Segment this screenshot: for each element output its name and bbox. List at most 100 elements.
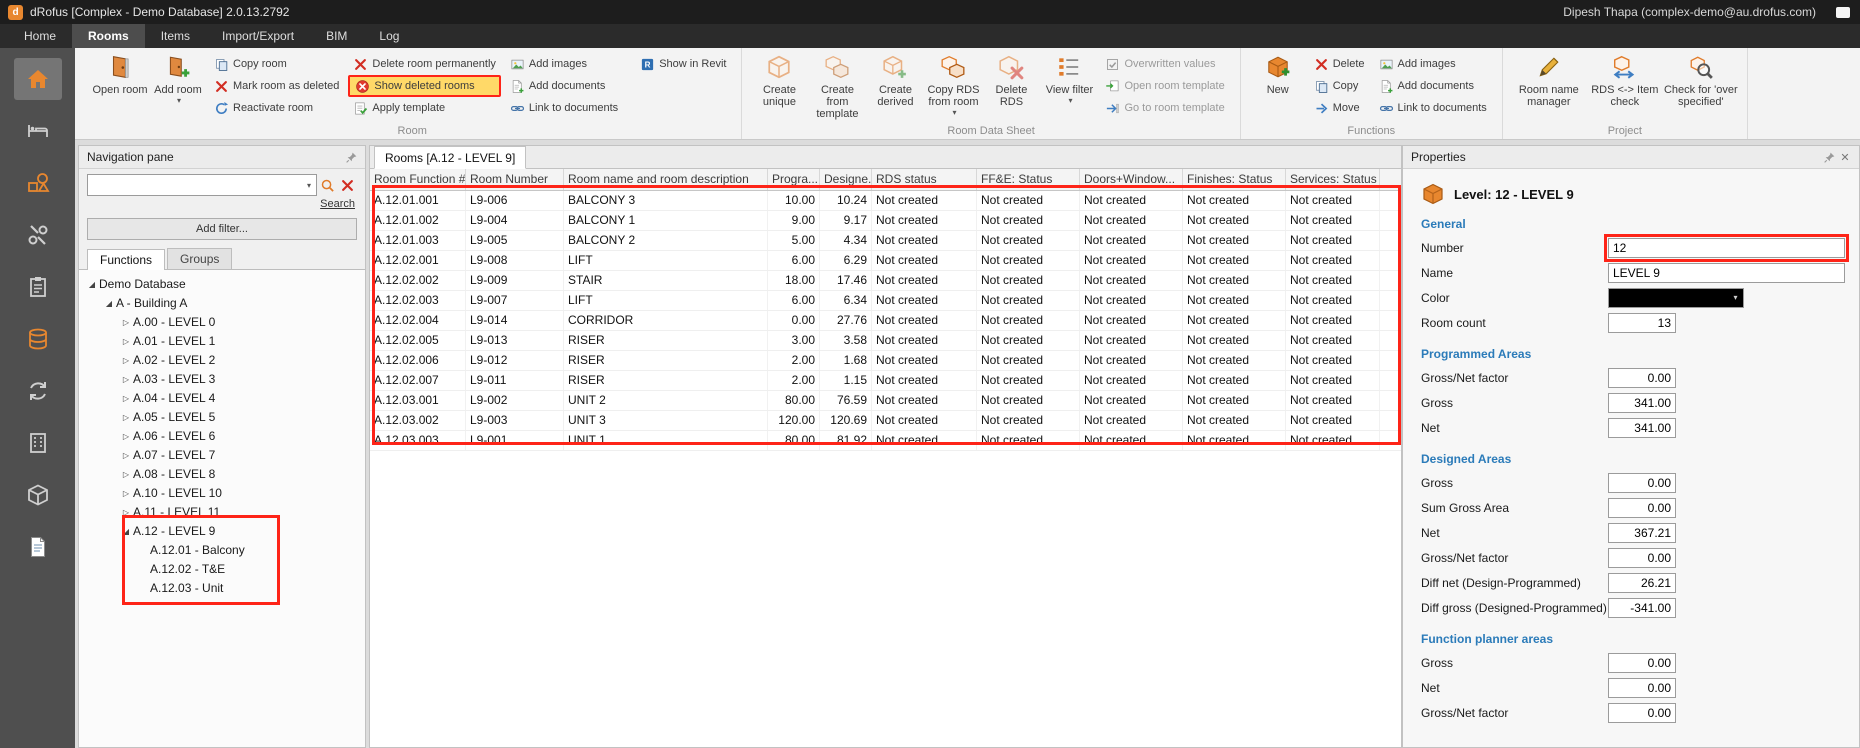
workflow-icon[interactable] [14, 370, 62, 412]
table-row[interactable]: A.12.03.001L9-002UNIT 280.0076.59Not cre… [370, 391, 1401, 411]
tree-item-a-12-01-balcony[interactable]: A.12.01 - Balcony [79, 541, 365, 560]
menu-tab-home[interactable]: Home [8, 24, 72, 48]
create-derived-button[interactable]: Create derived [866, 50, 924, 124]
property-input-net[interactable] [1608, 418, 1676, 438]
property-input-gross-net-factor[interactable] [1608, 703, 1676, 723]
clear-search-icon[interactable] [337, 175, 357, 195]
pin-icon[interactable] [343, 149, 359, 165]
table-row[interactable]: A.12.03.003L9-001UNIT 180.0081.92Not cre… [370, 431, 1401, 451]
property-input-number[interactable] [1608, 238, 1845, 258]
reactivate-room-button[interactable]: Reactivate room [209, 97, 344, 119]
menu-tab-items[interactable]: Items [145, 24, 206, 48]
tree-item-a-01-level-1[interactable]: ▷A.01 - LEVEL 1 [79, 332, 365, 351]
tree-item-a-05-level-5[interactable]: ▷A.05 - LEVEL 5 [79, 408, 365, 427]
search-input[interactable] [88, 177, 302, 193]
copy-room-button[interactable]: Copy room [209, 53, 344, 75]
go-to-room-template-button[interactable]: Go to room template [1100, 97, 1229, 119]
copy-function-button[interactable]: Copy [1309, 75, 1370, 97]
search-link[interactable]: Search [89, 198, 355, 214]
function-link-to-documents-button[interactable]: Link to documents [1374, 97, 1492, 119]
tree-item-a-06-level-6[interactable]: ▷A.06 - LEVEL 6 [79, 427, 365, 446]
tree-item-a-12-02-t-e[interactable]: A.12.02 - T&E [79, 560, 365, 579]
tree-collapsed-icon[interactable]: ▷ [119, 370, 133, 389]
property-input-diff-gross-designed-programmed[interactable] [1608, 598, 1676, 618]
equipment-icon[interactable] [14, 214, 62, 256]
search-icon[interactable] [317, 175, 337, 195]
tree-expanded-icon[interactable]: ◢ [102, 294, 116, 313]
column-header-finishes-status[interactable]: Finishes: Status [1183, 169, 1286, 190]
menu-tab-rooms[interactable]: Rooms [72, 24, 145, 48]
overwritten-values-button[interactable]: Overwritten values [1100, 53, 1229, 75]
delete-room-permanently-button[interactable]: Delete room permanently [348, 53, 501, 75]
create-unique-button[interactable]: Create unique [750, 50, 808, 124]
tree-collapsed-icon[interactable]: ▷ [119, 313, 133, 332]
table-row[interactable]: A.12.02.006L9-012RISER2.001.68Not create… [370, 351, 1401, 371]
check-over-specified-button[interactable]: Check for 'over specified' [1663, 50, 1739, 124]
table-row[interactable]: A.12.03.002L9-003UNIT 3120.00120.69Not c… [370, 411, 1401, 431]
column-header-designe[interactable]: Designe... [820, 169, 872, 190]
link-to-documents-button[interactable]: Link to documents [505, 97, 623, 119]
model-icon[interactable] [14, 474, 62, 516]
chevron-down-icon[interactable]: ▾ [302, 181, 316, 190]
tree-expanded-icon[interactable]: ◢ [119, 522, 133, 541]
rooms-icon[interactable] [14, 110, 62, 152]
table-row[interactable]: A.12.01.003L9-005BALCONY 25.004.34Not cr… [370, 231, 1401, 251]
show-deleted-rooms-toggle[interactable]: Show deleted rooms [348, 75, 501, 97]
column-header-rds-status[interactable]: RDS status [872, 169, 977, 190]
column-header-room-function[interactable]: Room Function #: [370, 169, 466, 190]
table-row[interactable]: A.12.02.001L9-008LIFT6.006.29Not created… [370, 251, 1401, 271]
tree-collapsed-icon[interactable]: ▷ [119, 332, 133, 351]
minimize-icon[interactable] [1836, 7, 1850, 18]
property-input-room-count[interactable] [1608, 313, 1676, 333]
view-filter-button[interactable]: View filter ▾ [1040, 50, 1098, 124]
delete-function-button[interactable]: Delete [1309, 53, 1370, 75]
home-icon[interactable] [14, 58, 62, 100]
tree-item-a-08-level-8[interactable]: ▷A.08 - LEVEL 8 [79, 465, 365, 484]
building-icon[interactable] [14, 422, 62, 464]
rooms-document-tab[interactable]: Rooms [A.12 - LEVEL 9] [374, 146, 526, 169]
table-row[interactable]: A.12.02.007L9-011RISER2.001.15Not create… [370, 371, 1401, 391]
menu-tab-bim[interactable]: BIM [310, 24, 363, 48]
function-add-documents-button[interactable]: Add documents [1374, 75, 1492, 97]
property-input-gross[interactable] [1608, 473, 1676, 493]
delete-rds-button[interactable]: Delete RDS [982, 50, 1040, 124]
nav-tab-functions[interactable]: Functions [87, 249, 165, 270]
menu-tab-log[interactable]: Log [363, 24, 415, 48]
property-input-net[interactable] [1608, 523, 1676, 543]
tree-item-a-10-level-10[interactable]: ▷A.10 - LEVEL 10 [79, 484, 365, 503]
close-icon[interactable]: ✕ [1837, 149, 1853, 165]
property-input-gross-net-factor[interactable] [1608, 368, 1676, 388]
property-input-gross[interactable] [1608, 393, 1676, 413]
move-function-button[interactable]: Move [1309, 97, 1370, 119]
tree-collapsed-icon[interactable]: ▷ [119, 351, 133, 370]
new-function-button[interactable]: New [1249, 50, 1307, 124]
column-header-progra[interactable]: Progra... [768, 169, 820, 190]
column-header-services-status[interactable]: Services: Status [1286, 169, 1380, 190]
mark-room-as-deleted-button[interactable]: Mark room as deleted [209, 75, 344, 97]
menu-tab-import-export[interactable]: Import/Export [206, 24, 310, 48]
table-row[interactable]: A.12.02.002L9-009STAIR18.0017.46Not crea… [370, 271, 1401, 291]
tree-item-a-04-level-4[interactable]: ▷A.04 - LEVEL 4 [79, 389, 365, 408]
open-room-template-button[interactable]: Open room template [1100, 75, 1229, 97]
tree-item-a-building-a[interactable]: ◢A - Building A [79, 294, 365, 313]
reports-icon[interactable] [14, 526, 62, 568]
add-documents-button[interactable]: Add documents [505, 75, 623, 97]
pin-icon[interactable] [1821, 149, 1837, 165]
column-header-doors-window[interactable]: Doors+Window... [1080, 169, 1183, 190]
column-header-ff-e-status[interactable]: FF&E: Status [977, 169, 1080, 190]
property-input-gross[interactable] [1608, 653, 1676, 673]
table-row[interactable]: A.12.01.002L9-004BALCONY 19.009.17Not cr… [370, 211, 1401, 231]
add-filter-button[interactable]: Add filter... [87, 218, 357, 240]
rds-item-check-button[interactable]: RDS <-> Item check [1587, 50, 1663, 124]
show-in-revit-button[interactable]: Show in Revit [635, 53, 731, 75]
tree-item-a-02-level-2[interactable]: ▷A.02 - LEVEL 2 [79, 351, 365, 370]
open-room-button[interactable]: Open room [91, 50, 149, 124]
column-header-room-number[interactable]: Room Number [466, 169, 564, 190]
tree-item-a-12-level-9[interactable]: ◢A.12 - LEVEL 9 [79, 522, 365, 541]
database-icon[interactable] [14, 318, 62, 360]
tree-item-a-03-level-3[interactable]: ▷A.03 - LEVEL 3 [79, 370, 365, 389]
property-input-net[interactable] [1608, 678, 1676, 698]
tree-collapsed-icon[interactable]: ▷ [119, 389, 133, 408]
table-row[interactable]: A.12.02.005L9-013RISER3.003.58Not create… [370, 331, 1401, 351]
property-input-sum-gross-area[interactable] [1608, 498, 1676, 518]
